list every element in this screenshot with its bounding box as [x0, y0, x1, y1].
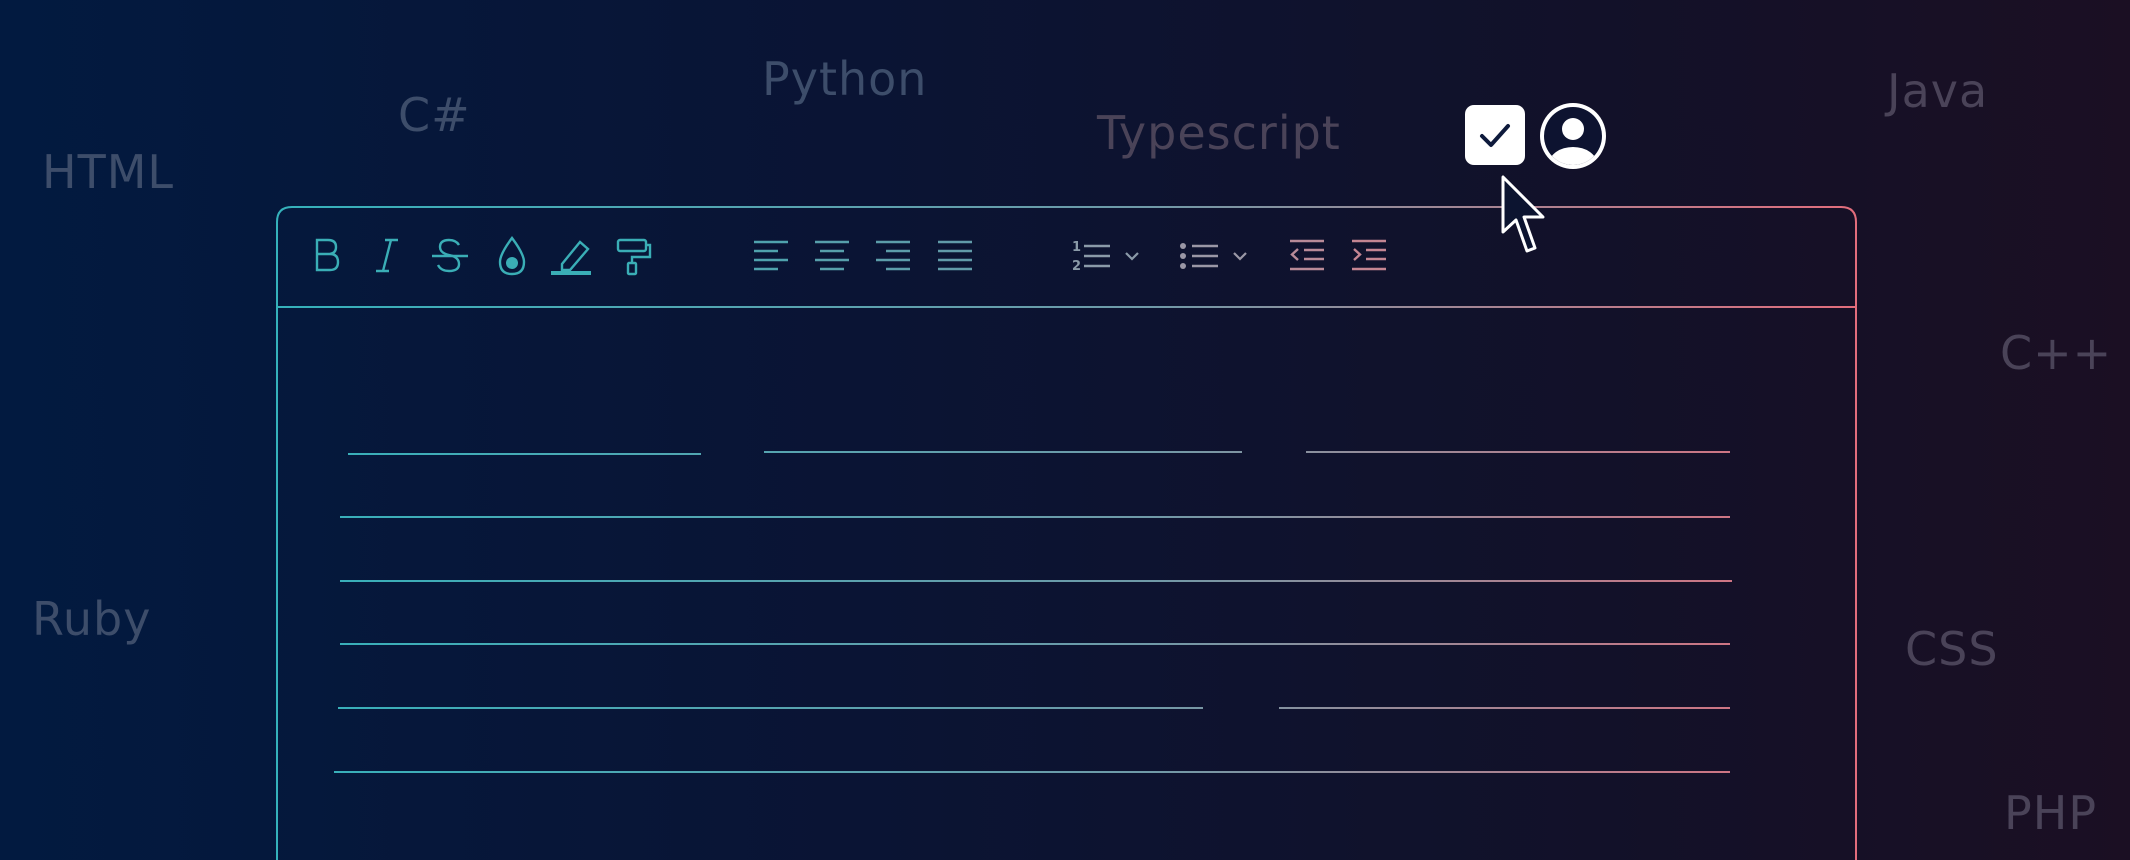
align-right-icon[interactable] [874, 238, 912, 274]
svg-text:2: 2 [1072, 259, 1081, 274]
align-left-icon[interactable] [752, 238, 790, 274]
strikethrough-icon[interactable] [430, 236, 470, 276]
format-painter-icon[interactable] [614, 236, 654, 276]
align-justify-icon[interactable] [936, 238, 974, 274]
placeholder-text-lines [334, 451, 1732, 773]
outdent-icon[interactable] [1288, 238, 1326, 274]
bold-icon[interactable] [312, 236, 342, 276]
text-color-icon[interactable] [496, 234, 528, 278]
user-avatar-icon[interactable] [1539, 102, 1607, 170]
svg-text:1: 1 [1072, 240, 1081, 255]
numbered-list-icon[interactable]: 12 [1070, 236, 1146, 276]
indent-icon[interactable] [1350, 238, 1388, 274]
mouse-pointer-icon [1500, 174, 1552, 263]
editor-border [276, 206, 1857, 860]
highlight-icon[interactable] [550, 236, 592, 276]
checkbox-checked-icon[interactable] [1465, 105, 1525, 165]
align-center-icon[interactable] [813, 238, 851, 274]
bulleted-list-icon[interactable] [1178, 236, 1254, 276]
italic-icon[interactable] [372, 236, 402, 276]
rich-text-editor [276, 206, 1857, 860]
